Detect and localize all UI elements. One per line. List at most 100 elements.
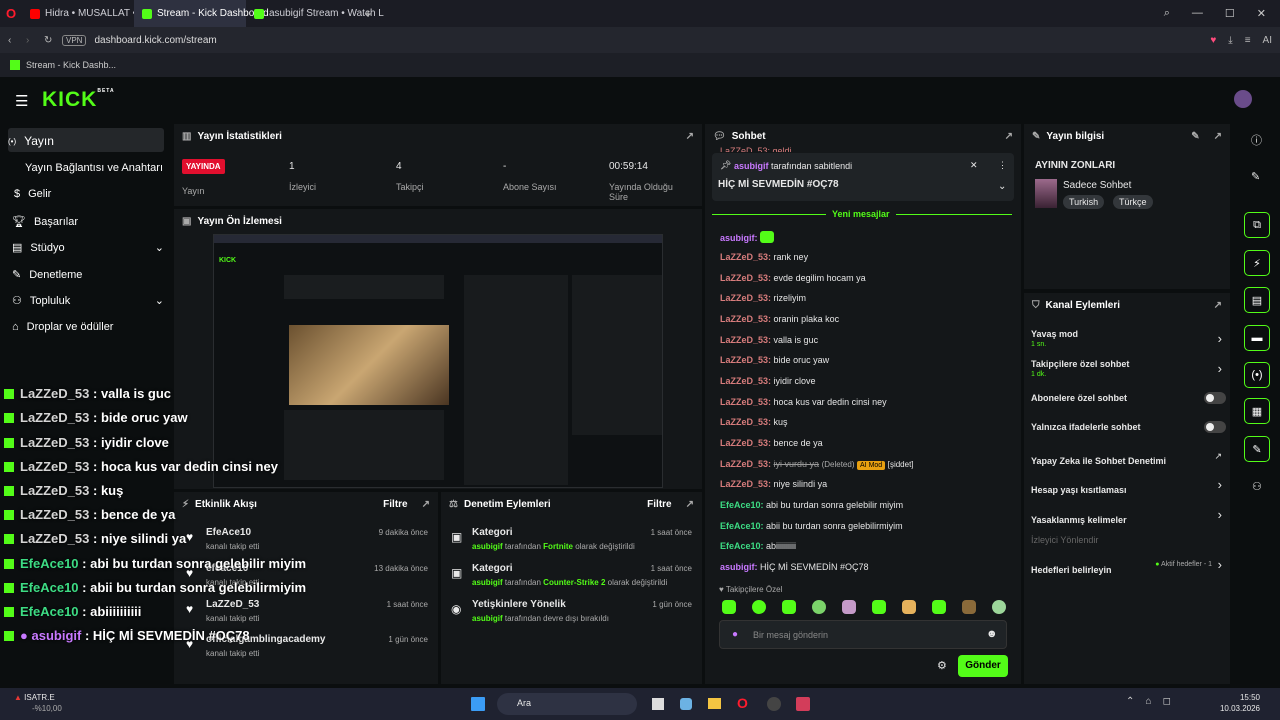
- slow-mode-row[interactable]: Yavaş mod 1 sn. ›: [1031, 329, 1226, 353]
- stream-preview-video[interactable]: KICK: [213, 234, 663, 488]
- pinned-user[interactable]: asubigif: [734, 161, 769, 171]
- activity-user[interactable]: LaZZeD_53: [206, 599, 259, 610]
- rail-button-broadcast[interactable]: (•): [1244, 362, 1270, 388]
- category-name[interactable]: Sadece Sohbet: [1063, 180, 1131, 191]
- chat-username[interactable]: LaZZeD_53: [720, 293, 768, 303]
- sidebar-item-revenue[interactable]: $ Gelir: [14, 188, 51, 200]
- goals-row[interactable]: Hedefleri belirleyin ● Aktif hedefler - …: [1031, 557, 1226, 575]
- url-field[interactable]: dashboard.kick.com/stream: [94, 35, 216, 46]
- sidebar-item-community[interactable]: ⚇ Topluluk ⌄: [12, 294, 164, 308]
- app-icon[interactable]: [767, 697, 781, 711]
- popout-icon[interactable]: ↗: [422, 499, 430, 510]
- reload-icon[interactable]: ↻: [44, 35, 62, 46]
- chat-username[interactable]: LaZZeD_53: [720, 335, 768, 345]
- files-icon[interactable]: [652, 698, 664, 710]
- popout-icon[interactable]: ↗: [1005, 131, 1013, 142]
- taskbar-search[interactable]: Ara: [497, 693, 637, 715]
- chat-username[interactable]: LaZZeD_53: [720, 252, 768, 262]
- rail-button-wrench[interactable]: ✎: [1244, 436, 1270, 462]
- sidebar-item-stream[interactable]: (•) Yayın: [8, 134, 54, 148]
- vpn-badge[interactable]: VPN: [62, 34, 87, 46]
- moderator-user[interactable]: asubigif: [472, 614, 503, 623]
- folder-icon[interactable]: [708, 698, 721, 709]
- chat-username[interactable]: LaZZeD_53: [720, 417, 768, 427]
- opera-icon[interactable]: O: [0, 6, 22, 21]
- banned-words-row[interactable]: Yasaklanmış kelimeler ›: [1031, 507, 1226, 525]
- emoji-icon[interactable]: ☻: [986, 628, 998, 640]
- forward-icon[interactable]: ›: [26, 35, 44, 46]
- chat-username[interactable]: LaZZeD_53: [720, 355, 768, 365]
- emote-9[interactable]: [962, 600, 976, 614]
- emote-3[interactable]: [782, 600, 796, 614]
- emote-8[interactable]: [932, 600, 946, 614]
- copilot-icon[interactable]: [680, 698, 692, 710]
- rail-button-chat[interactable]: ▬: [1244, 325, 1270, 351]
- rail-button-capture[interactable]: ⧉: [1244, 212, 1270, 238]
- chat-username[interactable]: LaZZeD_53: [720, 273, 768, 283]
- filter-button[interactable]: Filtre: [647, 499, 671, 510]
- subs-only-toggle[interactable]: [1204, 392, 1226, 404]
- popout-icon[interactable]: ↗: [1214, 300, 1222, 311]
- stock-widget[interactable]: ▲ ISATR.E -%10,00: [14, 692, 62, 714]
- sidebar-item-stream-key[interactable]: Yayın Bağlantısı ve Anahtarı: [25, 162, 163, 174]
- chat-input[interactable]: ● Bir mesaj gönderin ☻: [719, 620, 1007, 649]
- chat-username[interactable]: LaZZeD_53: [720, 459, 768, 469]
- moderator-user[interactable]: asubigif: [472, 542, 503, 551]
- tray[interactable]: ⌃ ⌂ ◻: [1126, 696, 1171, 707]
- filter-button[interactable]: Filtre: [383, 499, 407, 510]
- chat-username[interactable]: EfeAce10: [720, 541, 761, 551]
- rail-button-lightning[interactable]: ⚡︎: [1244, 250, 1270, 276]
- search-tabs-icon[interactable]: ⌕: [1164, 7, 1170, 20]
- info-icon[interactable]: ⓘ: [1251, 132, 1262, 148]
- chat-username[interactable]: asubigif: [720, 233, 755, 243]
- bookmark-stream[interactable]: Stream - Kick Dashb...: [26, 60, 116, 70]
- emotes-only-toggle[interactable]: [1204, 421, 1226, 433]
- pinned-message[interactable]: 📌︎ asubigif tarafından sabitlendi ✕ ⋮ Hİ…: [712, 153, 1014, 201]
- emote-4[interactable]: [812, 600, 826, 614]
- sidebar-item-achievements[interactable]: 🏆︎ Başarılar: [12, 215, 78, 229]
- maximize-icon[interactable]: ☐: [1225, 7, 1235, 20]
- rail-button-list[interactable]: ▤: [1244, 287, 1270, 313]
- close-icon[interactable]: ✕: [1257, 7, 1266, 20]
- send-button[interactable]: Gönder: [958, 655, 1008, 677]
- followers-only-row[interactable]: Takipçilere özel sohbet 1 dk. ›: [1031, 359, 1226, 383]
- tag-turkce[interactable]: Türkçe: [1113, 195, 1153, 209]
- emote-1[interactable]: [722, 600, 736, 614]
- tag-turkish[interactable]: Turkish: [1063, 195, 1105, 209]
- chat-username[interactable]: EfeAce10: [720, 521, 761, 531]
- sidebar-item-drops[interactable]: ⌂ Droplar ve ödüller: [12, 321, 113, 333]
- menu-icon[interactable]: ≡: [1245, 35, 1251, 46]
- chat-username[interactable]: LaZZeD_53: [720, 397, 768, 407]
- sidebar-item-moderation[interactable]: ✎ Denetleme: [12, 268, 82, 282]
- chat-username[interactable]: LaZZeD_53: [720, 479, 768, 489]
- popout-icon[interactable]: ↗: [1214, 131, 1222, 142]
- people-icon[interactable]: ⚇: [1252, 480, 1262, 493]
- clock[interactable]: 15:50 10.03.2026: [1200, 692, 1260, 714]
- unpin-icon[interactable]: ✕: [970, 160, 978, 171]
- activity-user[interactable]: EfeAce10: [206, 527, 251, 538]
- popout-icon[interactable]: ↗: [686, 499, 694, 510]
- opera-taskbar-icon[interactable]: O: [737, 695, 748, 711]
- ai-moderation-row[interactable]: Yapay Zeka ile Sohbet Denetimi ↗: [1031, 451, 1226, 466]
- emote-2[interactable]: [752, 600, 766, 614]
- account-age-row[interactable]: Hesap yaşı kısıtlaması ›: [1031, 477, 1226, 495]
- start-icon[interactable]: [471, 697, 485, 711]
- more-icon[interactable]: ⋮: [998, 160, 1007, 171]
- chat-username[interactable]: EfeAce10: [720, 500, 761, 510]
- emote-6[interactable]: [872, 600, 886, 614]
- sidebar-item-studio[interactable]: ▤ Stüdyo ⌄: [12, 241, 164, 255]
- emote-7[interactable]: [902, 600, 916, 614]
- chat-username[interactable]: LaZZeD_53: [720, 438, 768, 448]
- chat-username[interactable]: asubigif: [720, 562, 755, 572]
- chevron-down-icon[interactable]: ⌄: [998, 181, 1006, 192]
- rail-button-layout[interactable]: ▦: [1244, 398, 1270, 424]
- popout-icon[interactable]: ↗: [686, 131, 694, 142]
- back-icon[interactable]: ‹: [8, 35, 26, 46]
- minimize-icon[interactable]: —: [1192, 7, 1203, 20]
- moderator-user[interactable]: asubigif: [472, 578, 503, 587]
- emote-10[interactable]: [992, 600, 1006, 614]
- download-icon[interactable]: ⤓: [1228, 35, 1232, 46]
- hamburger-icon[interactable]: ☰: [15, 92, 28, 110]
- chat-username[interactable]: LaZZeD_53: [720, 376, 768, 386]
- ai-button[interactable]: AI: [1263, 35, 1272, 46]
